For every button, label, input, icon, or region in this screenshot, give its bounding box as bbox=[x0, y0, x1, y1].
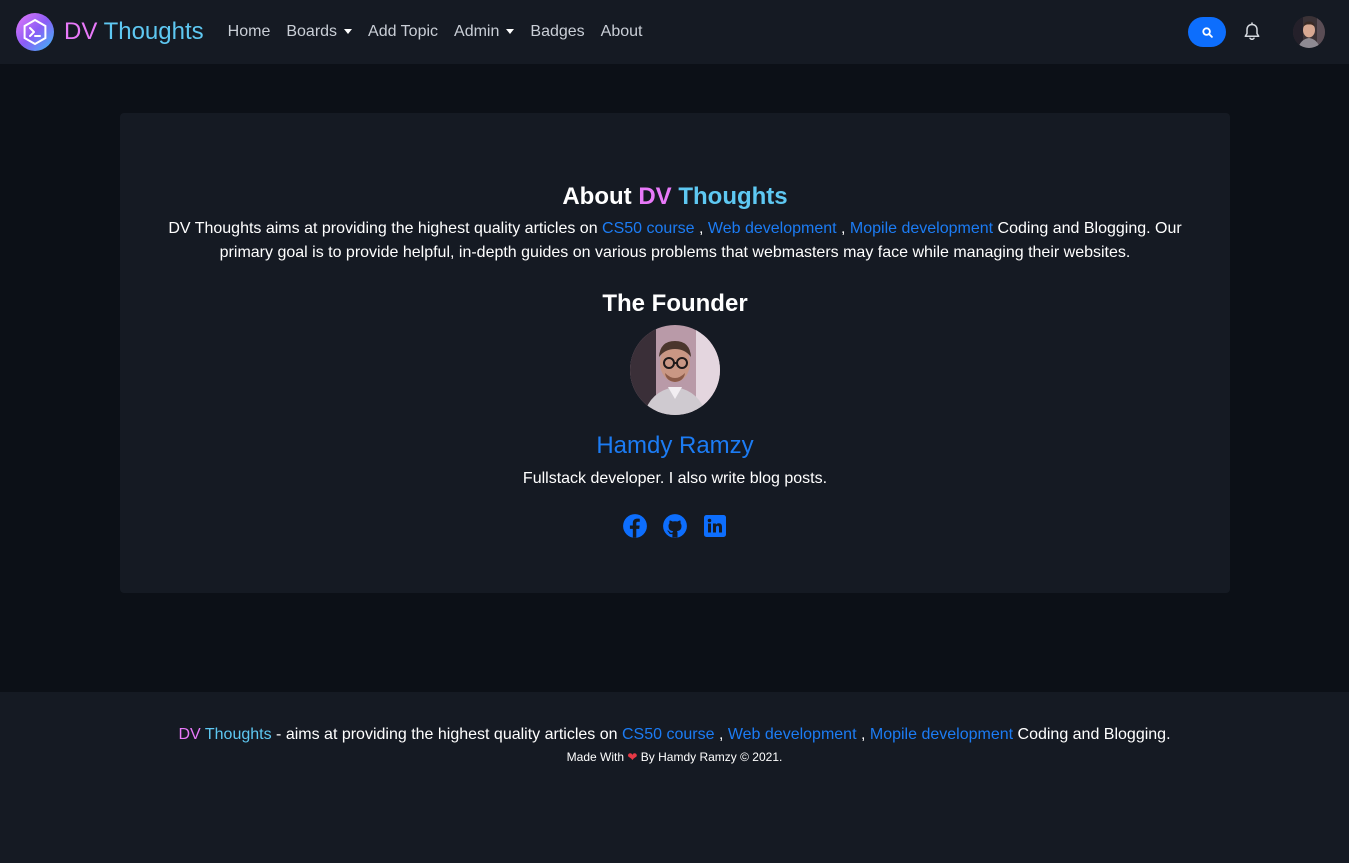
caret-down-icon bbox=[344, 28, 353, 34]
about-sep: , bbox=[836, 220, 850, 237]
about-title-dv: DV bbox=[638, 183, 672, 210]
top-navbar: DV Thoughts Home Boards Add Topic Admin … bbox=[0, 0, 1349, 64]
founder-photo bbox=[630, 325, 720, 415]
nav-about[interactable]: About bbox=[593, 0, 651, 64]
social-links bbox=[120, 513, 1230, 539]
nav-badges[interactable]: Badges bbox=[522, 0, 592, 64]
founder-role: Fullstack developer. I also write blog p… bbox=[522, 470, 828, 487]
web-development-link[interactable]: Web development bbox=[708, 220, 837, 237]
footer-cs50-course-link[interactable]: CS50 course bbox=[622, 726, 715, 743]
about-sep: , bbox=[694, 220, 708, 237]
user-avatar[interactable] bbox=[1293, 16, 1325, 48]
brand-thoughts: Thoughts bbox=[103, 18, 204, 45]
footer-tagline: DV Thoughts - aims at providing the high… bbox=[0, 725, 1349, 745]
nav-add-topic[interactable]: Add Topic bbox=[360, 0, 446, 64]
footer-sep: , bbox=[856, 726, 870, 743]
search-button[interactable] bbox=[1188, 17, 1226, 47]
footer-thoughts: Thoughts bbox=[204, 726, 272, 743]
nav-right-actions bbox=[1188, 0, 1325, 64]
nav-admin-label: Admin bbox=[454, 23, 500, 40]
nav-boards-dropdown[interactable]: Boards bbox=[278, 0, 360, 64]
nav-home-label: Home bbox=[227, 23, 271, 40]
footer-dv: DV bbox=[178, 726, 201, 743]
brand-dv: DV bbox=[64, 18, 98, 45]
avatar-image bbox=[1293, 16, 1325, 48]
footer-text1: - aims at providing the highest quality … bbox=[271, 726, 622, 743]
about-card: About DV Thoughts DV Thoughts aims at pr… bbox=[120, 113, 1230, 593]
brand-link[interactable]: DV Thoughts bbox=[16, 13, 204, 51]
about-title-thoughts: Thoughts bbox=[678, 183, 788, 210]
caret-down-icon bbox=[506, 28, 515, 34]
github-link[interactable] bbox=[662, 513, 688, 539]
nav-about-label: About bbox=[600, 23, 643, 40]
footer-made-with: Made With bbox=[566, 750, 625, 764]
heart-icon: ❤ bbox=[627, 750, 638, 764]
about-description: DV Thoughts aims at providing the highes… bbox=[160, 217, 1190, 265]
footer-by-line: By Hamdy Ramzy © 2021. bbox=[640, 750, 783, 764]
founder-heading: The Founder bbox=[602, 290, 748, 317]
mobile-development-link[interactable]: Mopile development bbox=[850, 220, 993, 237]
footer-text2: Coding and Blogging. bbox=[1013, 726, 1171, 743]
facebook-icon bbox=[623, 514, 647, 538]
nav-boards-label: Boards bbox=[286, 23, 338, 40]
footer-web-development-link[interactable]: Web development bbox=[728, 726, 857, 743]
about-title-prefix: About bbox=[562, 183, 632, 210]
footer-sep: , bbox=[714, 726, 728, 743]
nav-links: Home Boards Add Topic Admin Badges About bbox=[220, 0, 651, 64]
site-footer: DV Thoughts - aims at providing the high… bbox=[0, 692, 1349, 863]
linkedin-link[interactable] bbox=[702, 513, 728, 539]
footer-mobile-development-link[interactable]: Mopile development bbox=[870, 726, 1013, 743]
brand-name: DV Thoughts bbox=[64, 20, 204, 44]
nav-home[interactable]: Home bbox=[220, 0, 279, 64]
about-title: About DV Thoughts bbox=[120, 183, 1230, 211]
nav-admin-dropdown[interactable]: Admin bbox=[446, 0, 522, 64]
linkedin-icon bbox=[704, 515, 726, 537]
bell-icon bbox=[1244, 22, 1260, 41]
founder-name[interactable]: Hamdy Ramzy bbox=[120, 431, 1230, 461]
notifications-button[interactable] bbox=[1241, 21, 1263, 43]
terminal-hexagon-icon bbox=[16, 13, 54, 51]
nav-add-topic-label: Add Topic bbox=[368, 23, 439, 40]
footer-credits: Made With ❤ By Hamdy Ramzy © 2021. bbox=[0, 749, 1349, 765]
github-icon bbox=[663, 514, 687, 538]
about-desc-start: DV Thoughts aims at providing the highes… bbox=[168, 220, 598, 237]
search-icon bbox=[1201, 26, 1213, 38]
nav-badges-label: Badges bbox=[530, 23, 585, 40]
facebook-link[interactable] bbox=[622, 513, 648, 539]
cs50-course-link[interactable]: CS50 course bbox=[602, 220, 695, 237]
